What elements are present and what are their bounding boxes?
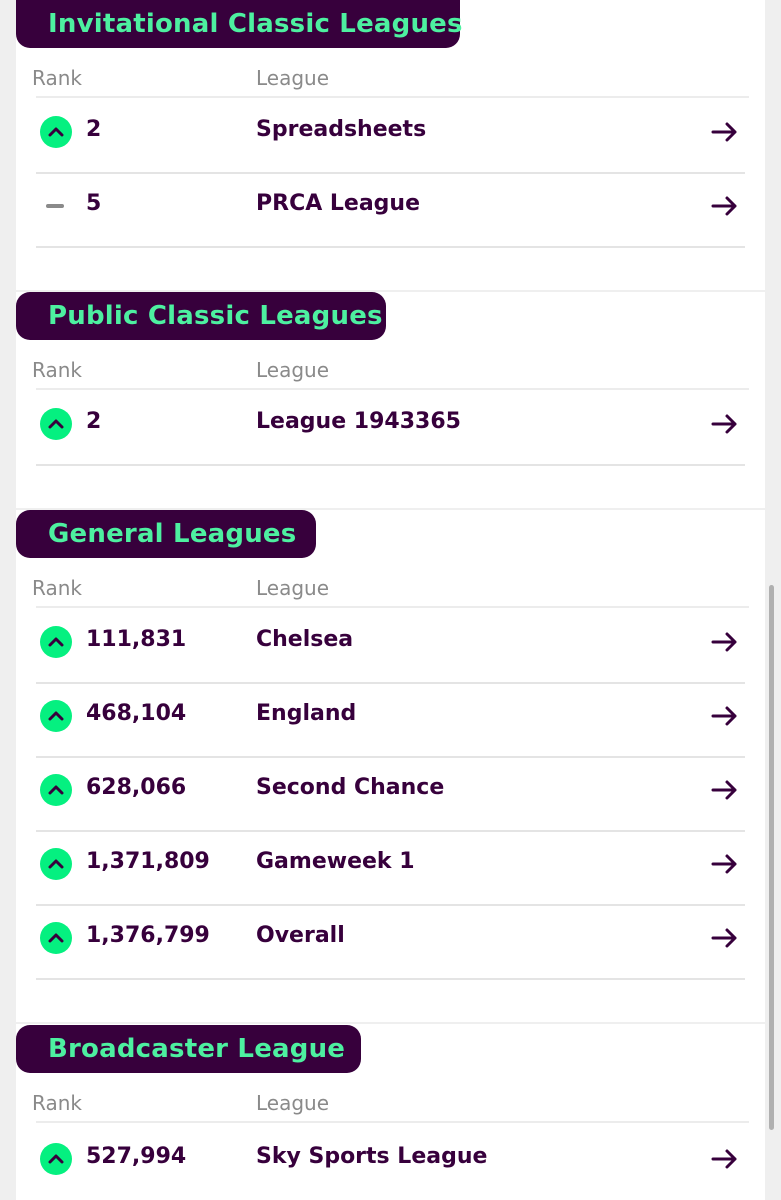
league-name: PRCA League bbox=[256, 191, 421, 216]
rank-value: 1,376,799 bbox=[86, 923, 210, 948]
leagues-page: Invitational Classic Leagues Rank League… bbox=[0, 0, 781, 1200]
rank-value: 2 bbox=[86, 117, 102, 142]
chevron-up-icon bbox=[40, 774, 72, 806]
chevron-up-icon bbox=[40, 848, 72, 880]
rank-column-header: Rank bbox=[32, 66, 82, 90]
league-name: Chelsea bbox=[256, 627, 354, 652]
rank-column-header: Rank bbox=[32, 576, 82, 600]
league-name: Spreadsheets bbox=[256, 117, 427, 142]
table-row[interactable]: 468,104 England bbox=[36, 682, 745, 758]
arrow-right-icon[interactable] bbox=[711, 120, 739, 144]
arrow-right-icon[interactable] bbox=[711, 704, 739, 728]
rank-value: 111,831 bbox=[86, 627, 187, 652]
chevron-up-icon bbox=[40, 626, 72, 658]
league-name: Gameweek 1 bbox=[256, 849, 415, 874]
rank-value: 1,371,809 bbox=[86, 849, 210, 874]
league-column-header: League bbox=[256, 66, 330, 90]
arrow-right-icon[interactable] bbox=[711, 778, 739, 802]
table-row[interactable]: 111,831 Chelsea bbox=[36, 608, 745, 684]
section-title: Broadcaster League bbox=[16, 1025, 361, 1073]
chevron-up-icon bbox=[40, 700, 72, 732]
dash-icon bbox=[46, 204, 64, 208]
chevron-up-icon bbox=[40, 922, 72, 954]
section-title: General Leagues bbox=[16, 510, 316, 558]
rank-value: 5 bbox=[86, 191, 102, 216]
rank-value: 628,066 bbox=[86, 775, 187, 800]
league-name: League 1943365 bbox=[256, 409, 461, 434]
arrow-right-icon[interactable] bbox=[711, 852, 739, 876]
chevron-up-icon bbox=[40, 116, 72, 148]
table-row[interactable]: 1,371,809 Gameweek 1 bbox=[36, 830, 745, 906]
league-column-header: League bbox=[256, 358, 330, 382]
arrow-right-icon[interactable] bbox=[711, 926, 739, 950]
arrow-right-icon[interactable] bbox=[711, 630, 739, 654]
league-column-header: League bbox=[256, 1091, 330, 1115]
table-row[interactable]: 527,994 Sky Sports League bbox=[36, 1125, 745, 1199]
rank-column-header: Rank bbox=[32, 358, 82, 382]
league-name: Sky Sports League bbox=[256, 1144, 488, 1169]
table-row[interactable]: 1,376,799 Overall bbox=[36, 904, 745, 980]
rank-value: 2 bbox=[86, 409, 102, 434]
header-divider bbox=[36, 1121, 749, 1123]
section-title: Public Classic Leagues bbox=[16, 292, 386, 340]
scrollbar[interactable] bbox=[769, 585, 774, 1130]
arrow-right-icon[interactable] bbox=[711, 194, 739, 218]
league-name: Second Chance bbox=[256, 775, 445, 800]
arrow-right-icon[interactable] bbox=[711, 412, 739, 436]
section-title: Invitational Classic Leagues bbox=[16, 0, 462, 48]
arrow-right-icon[interactable] bbox=[711, 1147, 739, 1171]
league-name: England bbox=[256, 701, 357, 726]
table-row[interactable]: 628,066 Second Chance bbox=[36, 756, 745, 832]
chevron-up-icon bbox=[40, 1143, 72, 1175]
rank-value: 527,994 bbox=[86, 1144, 187, 1169]
rank-column-header: Rank bbox=[32, 1091, 82, 1115]
table-row[interactable]: 2 Spreadsheets bbox=[36, 98, 745, 174]
league-column-header: League bbox=[256, 576, 330, 600]
table-row[interactable]: 5 PRCA League bbox=[36, 172, 745, 248]
rank-value: 468,104 bbox=[86, 701, 187, 726]
table-row[interactable]: 2 League 1943365 bbox=[36, 390, 745, 466]
league-name: Overall bbox=[256, 923, 345, 948]
chevron-up-icon bbox=[40, 408, 72, 440]
